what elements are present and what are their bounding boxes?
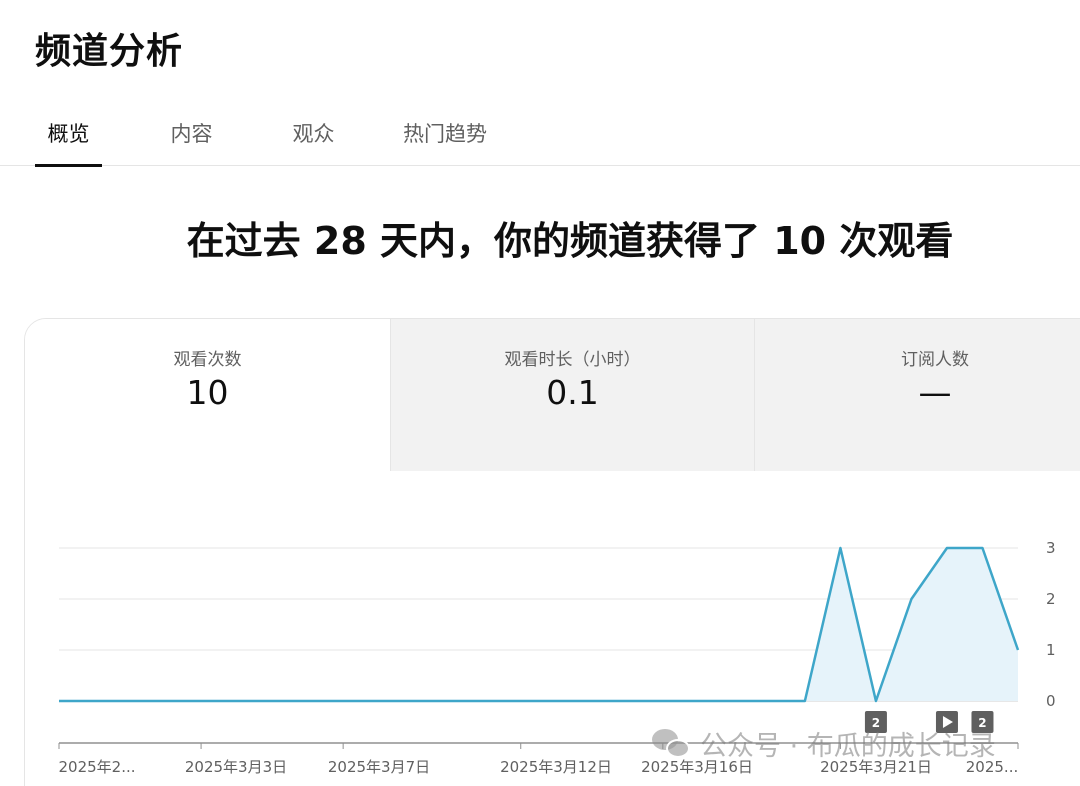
tab-trending[interactable]: 热门趋势 [395, 100, 495, 166]
y-tick-label: 0 [1046, 692, 1056, 710]
metric-watch-time[interactable]: 观看时长（小时） 0.1 [390, 319, 754, 471]
tab-content[interactable]: 内容 [158, 100, 225, 166]
tab-audience[interactable]: 观众 [280, 100, 347, 166]
metric-subscribers-label: 订阅人数 [901, 350, 969, 370]
watermark-text: 公众号 · 布瓜的成长记录 [700, 731, 996, 762]
metric-views-label: 观看次数 [173, 350, 242, 370]
tab-bar: 概览 内容 观众 热门趋势 [0, 100, 1080, 167]
metric-watch-time-value: 0.1 [546, 373, 599, 412]
y-tick-label: 3 [1046, 539, 1056, 557]
metric-subscribers[interactable]: 订阅人数 — [754, 319, 1080, 471]
y-tick-label: 2 [1046, 590, 1056, 608]
metric-subscribers-value: — [918, 373, 952, 412]
y-tick-label: 1 [1046, 641, 1056, 659]
page-title: 频道分析 [35, 31, 184, 72]
watermark: 公众号 · 布瓜的成长记录 [652, 724, 996, 763]
summary-headline: 在过去 28 天内，你的频道获得了 10 次观看 [186, 219, 954, 263]
x-tick-label: 2025年3月12日 [500, 758, 612, 776]
metric-views-value: 10 [186, 373, 229, 412]
x-tick-label: 2025年2... [58, 758, 135, 776]
series-line [59, 546, 1020, 703]
x-tick-label: 2025年3月3日 [185, 758, 287, 776]
wechat-icon [652, 727, 692, 761]
metric-views[interactable]: 观看次数 10 [25, 319, 390, 471]
x-tick-label: 2025年3月7日 [328, 758, 430, 776]
metric-watch-time-label: 观看时长（小时） [504, 350, 641, 370]
tab-overview[interactable]: 概览 [35, 100, 102, 167]
series-area [59, 548, 1018, 701]
